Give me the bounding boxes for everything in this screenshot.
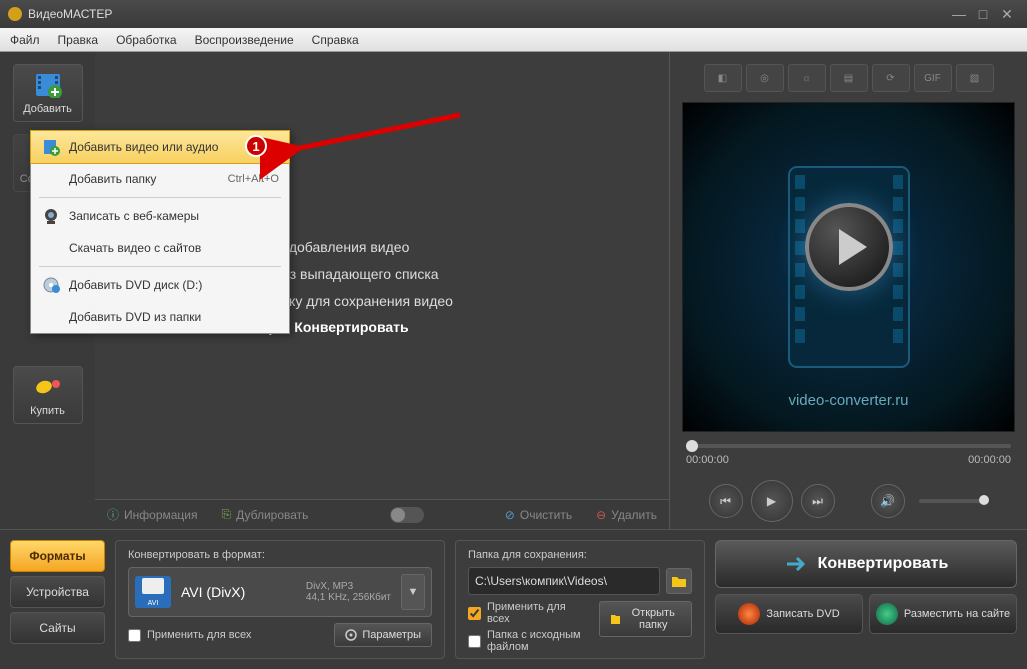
preview-speed-icon[interactable]: ⟳ [872,64,910,92]
preview-toolbar: ◧ ◎ ☼ ▤ ⟳ GIF ▧ [678,60,1019,96]
preview-video: video-converter.ru [682,102,1015,432]
convert-panel: Конвертировать Записать DVD Разместить н… [715,540,1017,659]
app-title: ВидеоМАСТЕР [28,7,112,21]
upload-site-button[interactable]: Разместить на сайте [869,594,1017,634]
timeline-track[interactable] [686,444,1011,448]
callout-badge-1: 1 [245,135,267,157]
duplicate-button[interactable]: ⎘Дублировать [222,507,309,522]
apply-all-format-checkbox[interactable]: Применить для всех [128,629,251,642]
add-icon [32,71,64,99]
webcam-icon [41,206,61,226]
menu-add-dvd-folder[interactable]: Добавить DVD из папки [31,301,289,333]
maximize-button[interactable]: □ [971,6,995,22]
time-current: 00:00:00 [686,454,729,466]
save-path-input[interactable] [468,567,660,595]
time-total: 00:00:00 [968,454,1011,466]
volume-button[interactable]: 🔊 [871,484,905,518]
preview-effects-icon[interactable]: ▧ [956,64,994,92]
preview-panel: ◧ ◎ ☼ ▤ ⟳ GIF ▧ video-converter.ru 00:00… [669,52,1027,529]
info-button[interactable]: ⓘИнформация [107,506,198,523]
menu-add-folder[interactable]: Добавить папку Ctrl+Alt+O [31,163,289,195]
source-folder-checkbox[interactable]: Папка с исходным файлом [468,629,587,653]
parameters-button[interactable]: Параметры [334,623,432,647]
buy-icon [32,373,64,401]
app-logo-icon [8,7,22,21]
film-plus-icon [41,137,61,157]
dvd-icon [41,275,61,295]
bottom-panel: Форматы Устройства Сайты Конвертировать … [0,529,1027,669]
format-selector[interactable]: AVI AVI (DivX) DivX, MP3 44,1 KHz, 256Кб… [128,567,432,617]
menubar: Файл Правка Обработка Воспроизведение Сп… [0,28,1027,52]
delete-button[interactable]: ⊖Удалить [596,508,657,522]
menu-download[interactable]: Скачать видео с сайтов [31,232,289,264]
clear-button[interactable]: ⊘Очистить [505,508,572,522]
player-controls: ⏮ ▶ ⏭ 🔊 [678,472,1019,530]
menu-webcam[interactable]: Записать с веб-камеры [31,200,289,232]
menu-help[interactable]: Справка [312,33,359,47]
gear-icon [345,629,357,641]
preview-brightness-icon[interactable]: ☼ [788,64,826,92]
close-button[interactable]: ✕ [995,6,1019,23]
volume-slider[interactable] [919,499,989,503]
format-panel: Конвертировать в формат: AVI AVI (DivX) … [115,540,445,659]
apply-all-save-checkbox[interactable]: Применить для всех [468,601,587,625]
format-dropdown-icon[interactable]: ▼ [401,574,425,610]
save-panel-title: Папка для сохранения: [468,549,692,561]
minimize-button[interactable]: — [947,6,971,22]
play-button[interactable]: ▶ [751,480,793,522]
format-tabs: Форматы Устройства Сайты [10,540,105,659]
avi-icon: AVI [135,576,171,608]
save-panel: Папка для сохранения: Применить для всех… [455,540,705,659]
titlebar: ВидеоМАСТЕР — □ ✕ [0,0,1027,28]
view-toggle[interactable] [390,507,424,523]
folder-open-icon [610,613,620,625]
tab-formats[interactable]: Форматы [10,540,105,572]
globe-icon [876,603,898,625]
menu-add-dvd-disc[interactable]: Добавить DVD диск (D:) [31,269,289,301]
status-bar: ⓘИнформация ⎘Дублировать ⊘Очистить ⊖Удал… [95,499,669,529]
buy-button[interactable]: Купить [13,366,83,424]
preview-crop-icon[interactable]: ◧ [704,64,742,92]
play-icon [805,203,893,291]
next-button[interactable]: ⏭ [801,484,835,518]
folder-icon [671,574,687,588]
menu-file[interactable]: Файл [10,33,40,47]
timeline[interactable] [678,438,1019,454]
convert-icon [784,552,808,576]
menu-playback[interactable]: Воспроизведение [195,33,294,47]
add-label: Добавить [23,103,72,115]
prev-button[interactable]: ⏮ [709,484,743,518]
preview-gif-icon[interactable]: GIF [914,64,952,92]
format-panel-title: Конвертировать в формат: [128,549,432,561]
tab-sites[interactable]: Сайты [10,612,105,644]
preview-vignette-icon[interactable]: ◎ [746,64,784,92]
tab-devices[interactable]: Устройства [10,576,105,608]
convert-button[interactable]: Конвертировать [715,540,1017,588]
browse-folder-button[interactable] [666,568,692,594]
add-dropdown-menu: Добавить видео или аудио trl+O Добавить … [30,130,290,334]
burn-dvd-button[interactable]: Записать DVD [715,594,863,634]
menu-edit[interactable]: Правка [58,33,99,47]
open-folder-button[interactable]: Открыть папку [599,601,692,637]
menu-process[interactable]: Обработка [116,33,177,47]
add-button[interactable]: Добавить [13,64,83,122]
watermark-text: video-converter.ru [683,392,1014,409]
format-name: AVI (DivX) [181,584,296,600]
preview-frame-icon[interactable]: ▤ [830,64,868,92]
buy-label: Купить [30,405,65,417]
dvd-burn-icon [738,603,760,625]
